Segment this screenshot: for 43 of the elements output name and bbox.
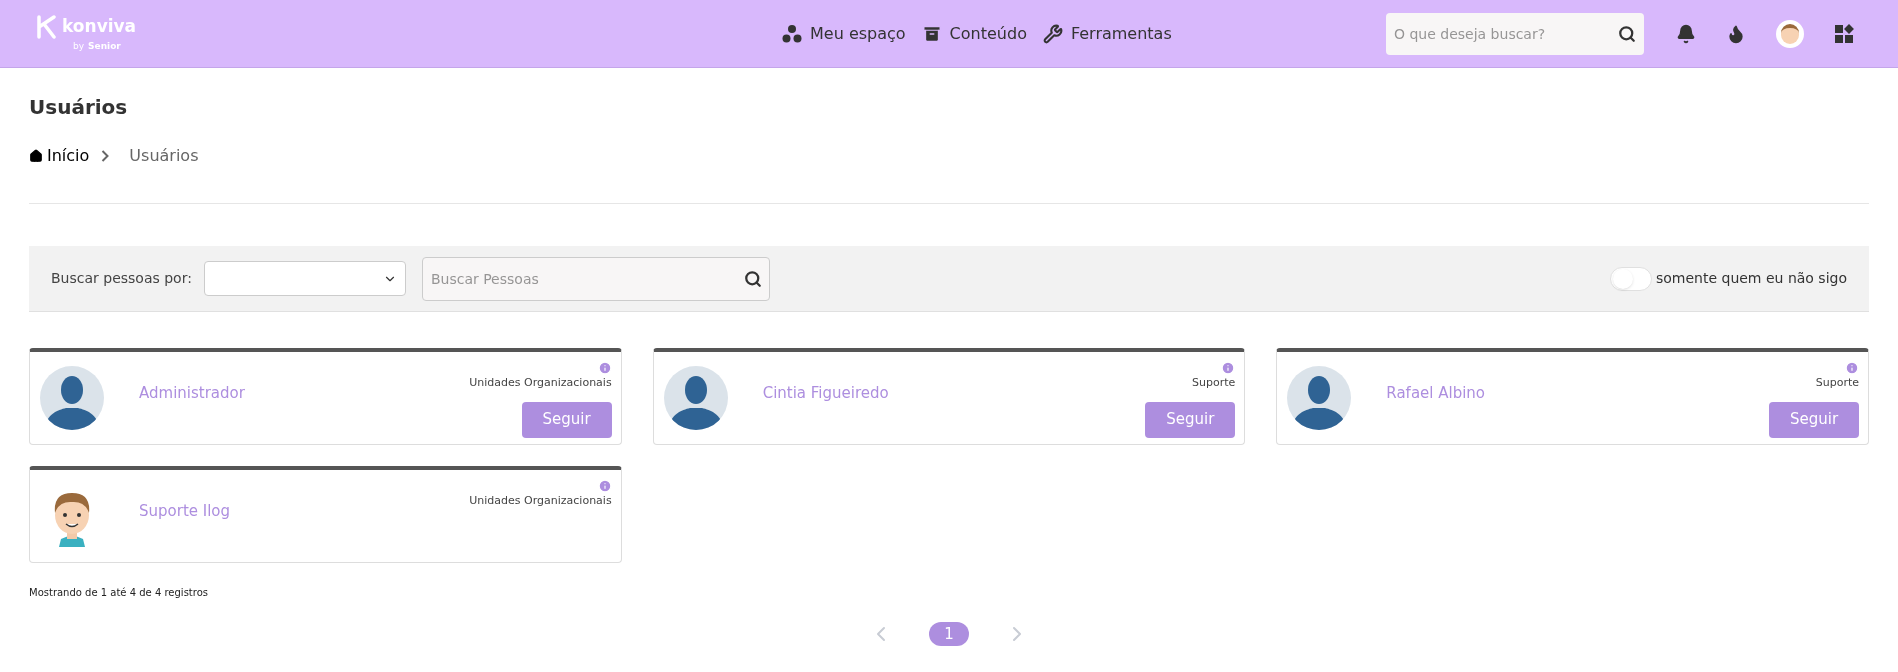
follow-button[interactable]: Seguir [1145, 401, 1236, 438]
page-title: Usuários [29, 94, 129, 121]
toggle-switch[interactable] [1609, 266, 1652, 291]
chevron-right-icon [101, 150, 110, 162]
filter-label: Buscar pessoas por: [51, 269, 192, 288]
logo-name: konviva [62, 15, 137, 38]
user-group: Suporte [1815, 375, 1859, 392]
apps-icon[interactable] [1834, 23, 1854, 44]
nav-link[interactable]: Ferramentas [1042, 21, 1172, 46]
logo-tagline: by [73, 39, 85, 53]
tools-icon [1042, 23, 1063, 44]
records-summary: Mostrando de 1 até 4 de 4 registros [29, 586, 209, 600]
k-logo-icon [36, 14, 58, 39]
info-icon[interactable] [1221, 361, 1236, 375]
filter-select[interactable] [203, 261, 406, 296]
nav-link[interactable]: Conteúdo [921, 21, 1027, 46]
search-icon[interactable] [1618, 24, 1636, 43]
info-icon[interactable] [1845, 361, 1859, 375]
flame-icon[interactable] [1726, 23, 1746, 44]
follow-button[interactable]: Seguir [1769, 401, 1859, 438]
page-button[interactable]: 1 [929, 622, 969, 646]
user-group: Suporte [1192, 375, 1236, 392]
user-name-link[interactable]: Suporte Ilog [139, 500, 231, 523]
breadcrumb-home-link[interactable]: Início [29, 144, 90, 168]
user-name-link[interactable]: Administrador [139, 382, 245, 405]
people-search-field[interactable]: Buscar Pessoas [421, 256, 770, 301]
search-icon[interactable] [743, 269, 762, 288]
nav-link[interactable]: Meu espaço [782, 21, 906, 46]
home-icon [29, 149, 43, 163]
info-icon[interactable] [597, 361, 612, 375]
toggle-label: somente quem eu não sigo [1655, 269, 1847, 288]
bell-icon[interactable] [1676, 23, 1696, 44]
user-group: Unidades Organizacionais [469, 375, 612, 392]
logo-brand: Senior [88, 39, 121, 53]
user-name-link[interactable]: Rafael Albino [1386, 382, 1486, 405]
global-search-field[interactable]: O que deseja buscar? [1386, 12, 1644, 55]
user-group: Unidades Organizacionais [469, 493, 612, 510]
follow-button[interactable]: Seguir [521, 401, 612, 438]
dots-icon [782, 23, 802, 44]
breadcrumb-current: Usuários [129, 145, 199, 167]
info-icon[interactable] [597, 479, 612, 493]
profile-avatar[interactable] [1776, 19, 1804, 48]
user-name-link[interactable]: Cintia Figueiredo [762, 382, 889, 405]
